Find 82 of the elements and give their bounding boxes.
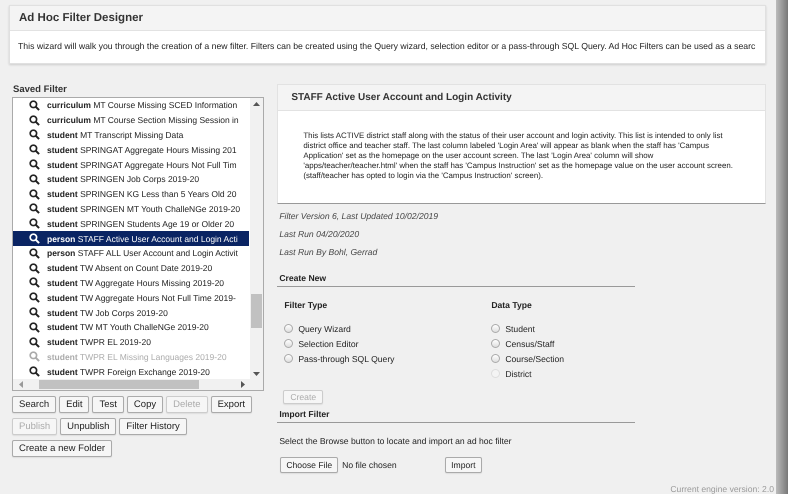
action-button[interactable]: Copy [126, 396, 164, 413]
filter-meta: Last Run 04/20/2020 [279, 229, 360, 239]
scroll-right-icon[interactable] [241, 381, 245, 388]
radio-button[interactable] [284, 324, 294, 333]
search-icon [29, 262, 40, 274]
filter-item[interactable]: student TW Absent on Count Date 2019-20 [13, 260, 249, 276]
vertical-scrollbar[interactable] [250, 98, 263, 380]
group-label: Filter Type [284, 300, 328, 310]
filter-item[interactable]: person STAFF ALL User Account and Login Activit [13, 246, 249, 261]
filter-title: STAFF Active User Account and Login Activity [278, 85, 765, 111]
search-icon [29, 114, 40, 126]
filter-item[interactable]: student SPRINGEN Job Corps 2019-20 [13, 172, 249, 187]
filter-item[interactable]: student TW Aggregate Hours Not Full Time 2019- [13, 290, 249, 306]
action-button[interactable]: Export [210, 396, 252, 413]
choose-file-button[interactable]: Choose File [280, 457, 338, 473]
filter-item[interactable]: student TW Job Corps 2019-20 [13, 305, 249, 320]
engine-version: Current engine version: 2.0 [670, 484, 774, 494]
import-instructions: Select the Browse button to locate and import an ad hoc filter [279, 436, 512, 446]
option-label: Student [505, 324, 535, 334]
file-status: No file chosen [342, 460, 398, 470]
filter-item[interactable]: curriculum MT Course Section Missing Session in [13, 112, 249, 128]
filter-item[interactable]: curriculum MT Course Missing SCED Information [13, 98, 249, 113]
scroll-up-icon[interactable] [253, 102, 260, 106]
filter-item[interactable]: person STAFF Active User Account and Login Acti [13, 231, 249, 246]
search-icon [29, 144, 40, 156]
radio-button[interactable] [491, 354, 500, 363]
radio-button[interactable] [284, 354, 294, 363]
radio-button[interactable] [491, 324, 500, 333]
search-icon [29, 292, 40, 304]
action-button[interactable]: Test [92, 396, 124, 413]
search-icon [29, 322, 40, 333]
action-button[interactable]: Unpublish [60, 418, 116, 435]
action-button[interactable]: Edit [59, 396, 90, 413]
search-icon [29, 233, 40, 244]
filter-item[interactable]: student SPRINGAT Aggregate Hours Not Full Tim [13, 157, 249, 172]
search-icon [29, 307, 40, 318]
option-label: Query Wizard [298, 324, 351, 334]
scroll-thumb[interactable] [39, 380, 199, 389]
page-title: Ad Hoc Filter Designer [10, 6, 765, 31]
radio-button[interactable] [491, 339, 500, 348]
search-icon [29, 100, 40, 111]
scroll-thumb[interactable] [251, 294, 262, 328]
scroll-down-icon[interactable] [253, 372, 260, 376]
filter-item[interactable]: student SPRINGEN MT Youth ChalleNGe 2019-20 [13, 202, 249, 216]
radio-button[interactable] [284, 339, 294, 348]
scroll-left-icon[interactable] [19, 381, 23, 388]
search-icon [29, 351, 40, 362]
filter-meta: Last Run By Bohl, Gerrad [279, 247, 378, 257]
filter-item[interactable]: student TWPR Foreign Exchange 2019-20 [13, 364, 249, 380]
section-heading: Create New [277, 273, 636, 287]
saved-filter-label: Saved Filter [12, 84, 68, 95]
search-icon [29, 336, 40, 348]
filter-item[interactable]: student TWPR EL 2019-20 [13, 334, 249, 350]
filter-item[interactable]: student TW MT Youth ChalleNGe 2019-20 [13, 320, 249, 335]
option-label: Course/Section [505, 354, 564, 364]
filter-item[interactable]: student MT Transcript Missing Data [13, 128, 249, 142]
search-icon [29, 188, 40, 200]
option-label: Pass-through SQL Query [298, 354, 394, 364]
wizard-description: This wizard will walk you through the creation of a new filter. Filters can be created using the Query wizard, selection editor or a pass-through SQL Query. Ad Hoc Filters can be used as a searc [17, 40, 756, 53]
import-button[interactable]: Import [445, 457, 482, 473]
search-icon [29, 218, 40, 230]
action-button[interactable]: Filter History [119, 418, 187, 435]
search-icon [29, 174, 40, 185]
section-heading: Import Filter [277, 409, 636, 423]
option-label: Selection Editor [298, 338, 359, 348]
horizontal-scrollbar[interactable] [13, 379, 263, 390]
search-icon [29, 248, 40, 259]
search-icon [29, 159, 40, 170]
filter-item[interactable]: student SPRINGEN Students Age 19 or Older 20 [13, 216, 249, 232]
filter-item[interactable]: student SPRINGAT Aggregate Hours Missing 201 [13, 142, 249, 158]
filter-meta: Filter Version 6, Last Updated 10/02/2019 [279, 211, 440, 221]
search-icon [29, 277, 40, 288]
option-label: District [505, 368, 532, 378]
search-icon [29, 366, 40, 378]
action-button[interactable]: Create a new Folder [12, 440, 112, 457]
search-icon [29, 203, 40, 214]
group-label: Data Type [491, 300, 533, 310]
search-icon [29, 129, 40, 140]
action-button[interactable]: Search [12, 396, 56, 413]
filter-item[interactable]: student TW Aggregate Hours Missing 2019-20 [13, 276, 249, 290]
option-label: Census/Staff [505, 338, 554, 348]
filter-item[interactable]: student SPRINGEN KG Less than 5 Years Old 20 [13, 186, 249, 202]
